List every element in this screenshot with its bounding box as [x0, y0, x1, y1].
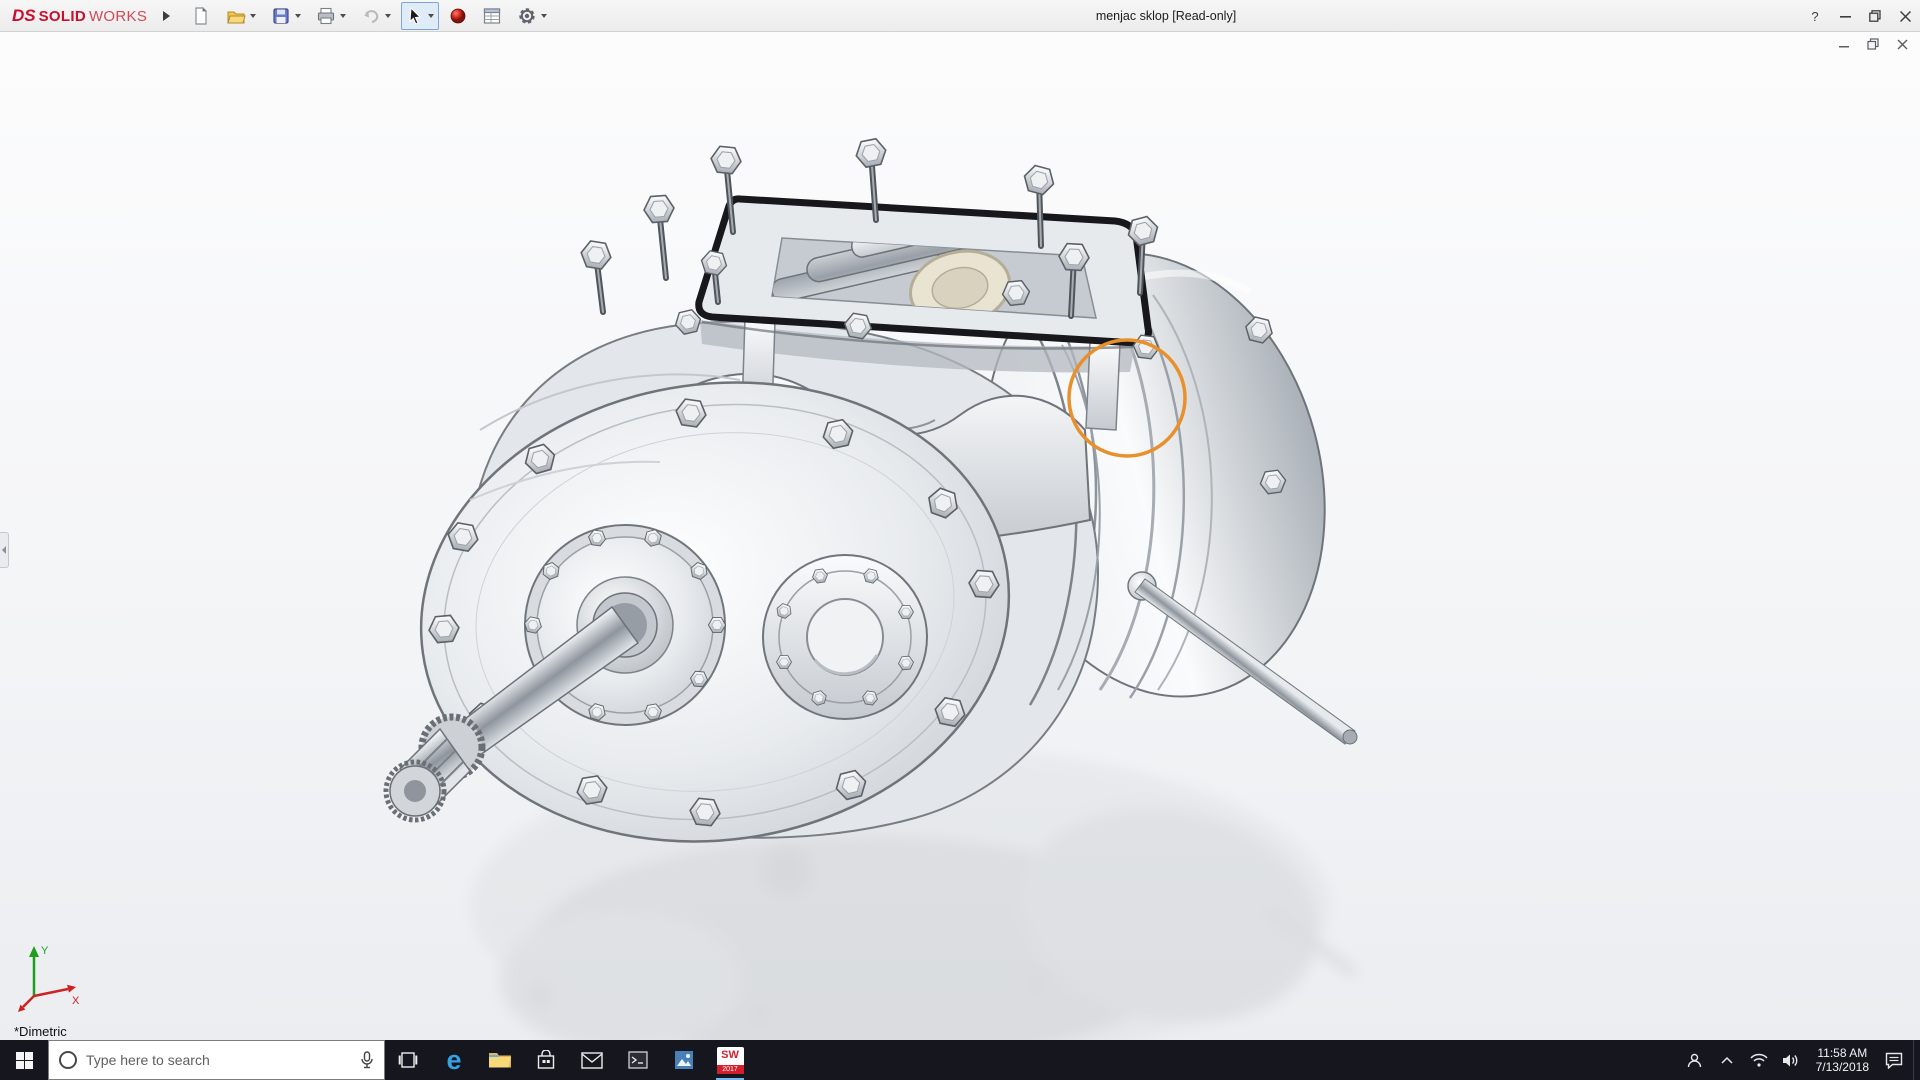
x-axis — [33, 987, 69, 998]
panel-expand-handle[interactable] — [0, 532, 9, 568]
menu-flyout-arrow-icon[interactable] — [163, 10, 171, 21]
x-axis-label: X — [72, 995, 80, 1007]
action-center-button[interactable] — [1881, 1040, 1907, 1080]
select-dropdown-caret[interactable] — [428, 13, 435, 18]
taskbar: e — [0, 1040, 1920, 1080]
undo-button[interactable] — [356, 2, 396, 30]
reference-triad: Y X — [12, 934, 92, 1018]
minimize-icon — [1839, 15, 1851, 18]
quick-access-toolbar — [186, 1, 552, 30]
document-minimize-button[interactable] — [1836, 37, 1852, 51]
print-button[interactable] — [311, 2, 351, 30]
start-button[interactable] — [0, 1040, 48, 1080]
print-dropdown-caret[interactable] — [340, 13, 347, 18]
chevron-right-icon — [2, 546, 6, 554]
tray-overflow-button[interactable] — [1714, 1040, 1740, 1080]
save-floppy-icon — [273, 7, 289, 24]
console-window-icon — [628, 1051, 648, 1069]
solidworks-icon: SW 2017 — [716, 1046, 744, 1074]
photos-icon — [675, 1051, 693, 1069]
volume-button[interactable] — [1778, 1040, 1804, 1080]
window-title: menjac sklop [Read-only] — [1095, 8, 1237, 23]
document-restore-button[interactable] — [1865, 37, 1881, 51]
options-gear-icon — [519, 7, 535, 24]
search-input[interactable] — [86, 1052, 351, 1068]
chevron-up-icon — [1721, 1056, 1733, 1064]
brand-works: WORKS — [88, 7, 148, 25]
show-desktop-button[interactable] — [1913, 1040, 1918, 1080]
graphics-area[interactable]: Y X *Dimetric — [0, 32, 1920, 1040]
open-dropdown-caret[interactable] — [250, 13, 257, 18]
options-button[interactable] — [512, 2, 552, 30]
people-icon — [1687, 1053, 1702, 1067]
taskbar-app-console[interactable] — [615, 1040, 661, 1080]
solidworks-icon-label: SW — [721, 1048, 739, 1061]
save-button[interactable] — [266, 2, 306, 30]
gearbox-model[interactable] — [0, 32, 1920, 1040]
document-minimize-icon — [1839, 46, 1849, 48]
taskbar-clock[interactable]: 11:58 AM 7/13/2018 — [1810, 1046, 1875, 1074]
print-icon — [318, 7, 335, 24]
taskbar-app-file-explorer[interactable] — [477, 1040, 523, 1080]
restore-icon — [1869, 10, 1881, 22]
mail-icon — [581, 1051, 603, 1069]
taskbar-search[interactable] — [48, 1040, 385, 1080]
undo-icon — [364, 9, 379, 23]
clock-time: 11:58 AM — [1817, 1046, 1868, 1060]
taskbar-app-solidworks[interactable]: SW 2017 — [707, 1040, 753, 1080]
close-icon — [1899, 10, 1911, 22]
rebuild-icon — [450, 8, 466, 23]
select-cursor-icon — [409, 6, 422, 25]
window-controls: ? — [1800, 0, 1920, 32]
y-axis-label: Y — [41, 945, 49, 957]
z-axis — [22, 995, 35, 1008]
minimize-button[interactable] — [1830, 0, 1860, 32]
save-dropdown-caret[interactable] — [295, 13, 302, 18]
close-button[interactable] — [1890, 0, 1920, 32]
side-cover[interactable] — [762, 554, 928, 720]
file-explorer-icon — [489, 1053, 511, 1068]
wifi-icon — [1750, 1053, 1768, 1067]
help-button[interactable]: ? — [1800, 9, 1830, 24]
clock-date: 7/13/2018 — [1815, 1060, 1869, 1074]
cortana-icon — [59, 1051, 77, 1069]
people-button[interactable] — [1682, 1040, 1708, 1080]
new-document-icon — [195, 6, 208, 25]
document-close-button[interactable] — [1894, 37, 1910, 51]
task-view-icon — [398, 1052, 418, 1068]
open-folder-icon — [227, 11, 246, 23]
taskbar-app-mail[interactable] — [569, 1040, 615, 1080]
taskbar-app-store[interactable] — [523, 1040, 569, 1080]
microphone-icon[interactable] — [360, 1051, 374, 1069]
taskbar-app-edge[interactable]: e — [431, 1040, 477, 1080]
network-button[interactable] — [1746, 1040, 1772, 1080]
ds-monogram-icon: DS — [12, 5, 36, 25]
system-tray: 11:58 AM 7/13/2018 — [1682, 1040, 1920, 1080]
rebuild-button[interactable] — [444, 3, 472, 29]
windows-logo-icon — [15, 1051, 33, 1069]
undo-dropdown-caret[interactable] — [385, 13, 392, 18]
screen: DS SOLID WORKS menjac sklop [Read-only] … — [0, 0, 1920, 1080]
taskbar-app-photos[interactable] — [661, 1040, 707, 1080]
select-button[interactable] — [401, 1, 440, 30]
file-properties-button[interactable] — [477, 2, 507, 30]
restore-button[interactable] — [1860, 0, 1890, 32]
document-window-controls — [1836, 37, 1910, 51]
open-button[interactable] — [221, 2, 261, 30]
document-close-icon — [1897, 39, 1907, 49]
document-restore-icon — [1867, 38, 1879, 50]
new-document-button[interactable] — [186, 2, 216, 30]
store-icon — [537, 1050, 555, 1069]
task-view-button[interactable] — [385, 1040, 431, 1080]
solidworks-logo: DS SOLID WORKS — [0, 6, 155, 26]
speaker-icon — [1783, 1054, 1798, 1066]
file-properties-icon — [484, 7, 501, 24]
edge-icon: e — [446, 1044, 462, 1075]
brand-solid: SOLID — [38, 7, 86, 25]
titlebar: DS SOLID WORKS menjac sklop [Read-only] … — [0, 0, 1920, 32]
view-orientation-label: *Dimetric — [14, 1024, 67, 1039]
options-dropdown-caret[interactable] — [541, 13, 548, 18]
solidworks-icon-year: 2017 — [716, 1064, 744, 1074]
action-center-icon — [1885, 1052, 1903, 1069]
